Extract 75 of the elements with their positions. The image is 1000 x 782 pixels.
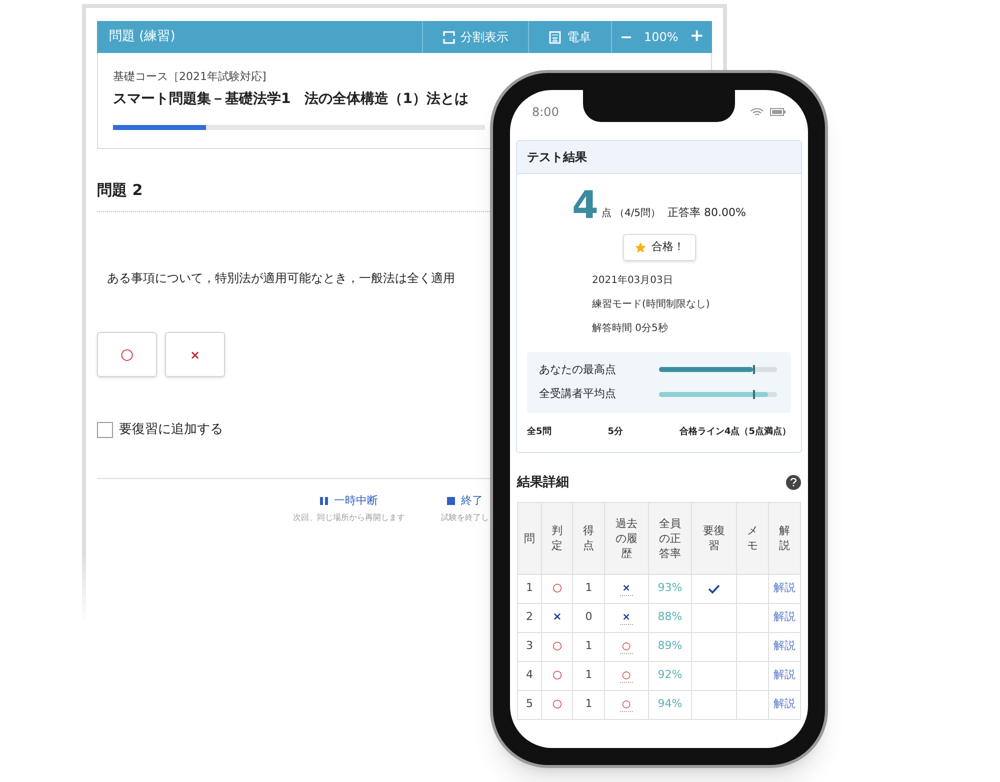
- result-mark: ○: [542, 574, 573, 603]
- split-view-button[interactable]: 分割表示: [422, 21, 528, 53]
- action-note: 次回、同じ場所から再開します: [293, 512, 405, 524]
- correct-rate: 89%: [648, 632, 692, 661]
- score-cell: 1: [572, 632, 604, 661]
- column-header: 問: [518, 502, 542, 574]
- result-mark: ×: [542, 603, 573, 632]
- stop-button[interactable]: 終了: [447, 492, 483, 509]
- question-count: （4/5問）: [614, 207, 661, 221]
- wifi-icon: [750, 107, 764, 117]
- answer-button[interactable]: ×: [165, 332, 225, 377]
- score-cell: 0: [572, 603, 604, 632]
- summary-item: 合格ライン4点（5点満点）: [679, 426, 791, 438]
- checkbox[interactable]: [97, 422, 113, 438]
- question-number: 4: [518, 661, 542, 690]
- summary-item: 5分: [608, 426, 623, 438]
- result-info: 解答時間 0分5秒: [592, 322, 669, 336]
- result-mark: ○: [542, 632, 573, 661]
- accuracy-rate: 正答率 80.00%: [668, 204, 746, 220]
- pause-icon: [320, 496, 328, 505]
- checkbox-label: 要復習に追加する: [119, 421, 223, 439]
- zoom-out-button[interactable]: −: [620, 26, 633, 48]
- help-icon[interactable]: [786, 475, 801, 490]
- details-heading: 結果詳細: [517, 474, 569, 492]
- column-header: 全員の正答率: [648, 502, 692, 574]
- result-info: 2021年03月03日: [592, 274, 674, 288]
- stop-icon: [447, 496, 455, 505]
- column-header: 要復習: [692, 502, 737, 574]
- column-header: 判定: [542, 502, 573, 574]
- result-info: 練習モード(時間制限なし): [592, 298, 711, 312]
- action-note: 試験を終了し: [441, 512, 489, 524]
- correct-rate: 92%: [648, 661, 692, 690]
- result-mark: ○: [542, 661, 573, 690]
- answer-button[interactable]: ○: [97, 332, 157, 377]
- comparison-label: あなたの最高点: [539, 362, 617, 378]
- history-mark[interactable]: ○: [620, 640, 633, 654]
- summary-item: 全5問: [527, 426, 552, 438]
- history-mark[interactable]: ○: [620, 698, 633, 712]
- question-number: 1: [518, 574, 542, 603]
- question-number: 5: [518, 690, 542, 719]
- panel-title: 問題 (練習): [108, 28, 176, 46]
- question-number: 3: [518, 632, 542, 661]
- calculator-icon: [549, 30, 561, 44]
- history-mark[interactable]: ○: [620, 668, 633, 682]
- score-cell: 1: [572, 574, 604, 603]
- correct-rate: 94%: [648, 690, 692, 719]
- pass-text: 合格！: [652, 239, 684, 255]
- column-header: 過去の履歴: [604, 502, 648, 574]
- history-mark[interactable]: ×: [620, 582, 632, 596]
- status-time: 8:00: [532, 104, 559, 121]
- comparison-label: 全受講者平均点: [539, 386, 617, 402]
- correct-rate: 88%: [648, 603, 692, 632]
- score-value: 4: [572, 186, 598, 224]
- score-cell: 1: [572, 661, 604, 690]
- zoom-in-button[interactable]: +: [690, 24, 704, 50]
- history-mark[interactable]: ×: [620, 610, 632, 624]
- question-text: ある事項について，特別法が適用可能なとき，一般法は全く適用: [107, 270, 455, 287]
- result-card-title: テスト結果: [517, 141, 801, 174]
- check-icon: [708, 584, 720, 594]
- zoom-level: 100%: [644, 29, 678, 46]
- column-header: メモ: [736, 502, 768, 574]
- score-unit: 点: [601, 206, 612, 221]
- question-number: 2: [518, 603, 542, 632]
- column-header: 解説: [768, 502, 800, 574]
- column-header: 得点: [572, 502, 604, 574]
- star-icon: [634, 240, 646, 254]
- calculator-button[interactable]: 電卓: [528, 21, 611, 53]
- pause-button[interactable]: 一時中断: [320, 492, 378, 509]
- question-set-title: スマート問題集－基礎法学1 法の全体構造（1）法とは: [113, 90, 468, 108]
- result-mark: ○: [542, 690, 573, 719]
- course-label: 基礎コース［2021年試験対応]: [113, 69, 268, 85]
- split-icon: [442, 30, 454, 44]
- score-cell: 1: [572, 690, 604, 719]
- correct-rate: 93%: [648, 574, 692, 603]
- battery-icon: [770, 108, 786, 116]
